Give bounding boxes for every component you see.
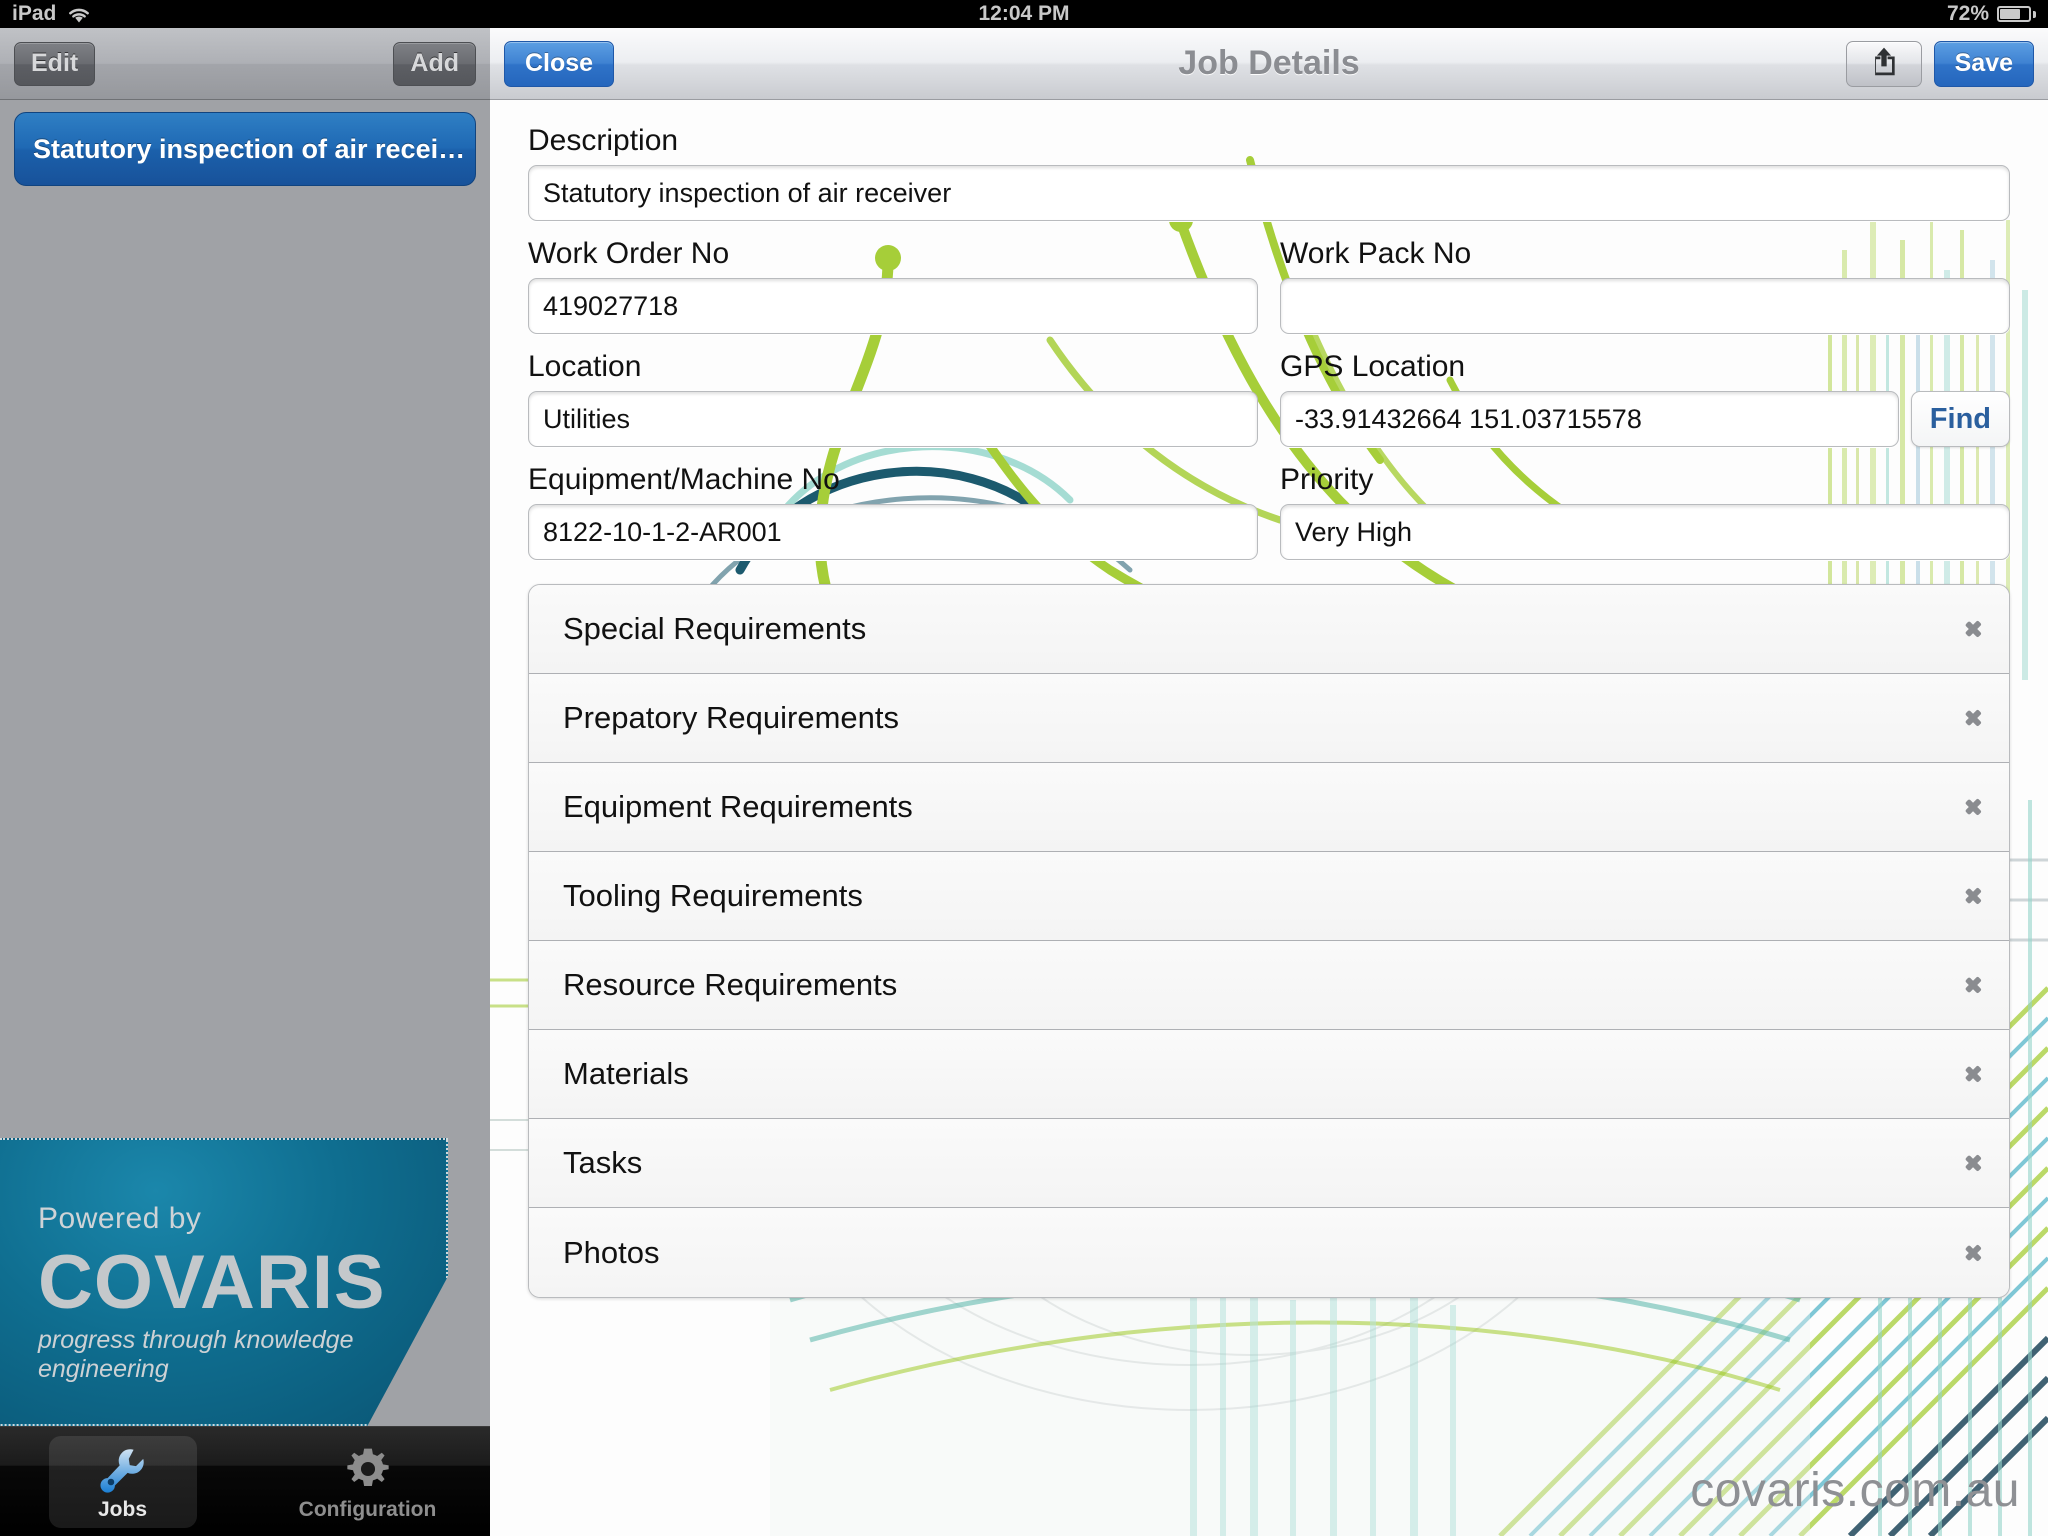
tab-jobs[interactable]: Jobs: [0, 1427, 245, 1536]
detail-nav-bar: Close Job Details Save: [490, 28, 2048, 100]
equipment-no-label: Equipment/Machine No: [528, 463, 840, 496]
jobs-list: Statutory inspection of air recei…: [0, 100, 490, 186]
list-item[interactable]: Tooling Requirements: [529, 852, 2009, 941]
chevron-right-icon: [1965, 614, 1983, 644]
field-equipment-no: Equipment/Machine No 8122-10-1-2-AR001: [528, 465, 1258, 560]
status-bar-right: 72%: [1947, 2, 2036, 26]
ipad-screen: iPad 12:04 PM 72% Edit Add Statutory ins…: [0, 0, 2048, 1536]
list-item-label: Tooling Requirements: [563, 878, 863, 913]
chevron-right-icon: [1965, 703, 1983, 733]
list-item[interactable]: Statutory inspection of air recei…: [14, 112, 476, 186]
list-item[interactable]: Tasks: [529, 1119, 2009, 1208]
field-work-order-no: Work Order No 419027718: [528, 239, 1258, 334]
list-item-label: Special Requirements: [563, 611, 867, 646]
description-label: Description: [528, 124, 679, 157]
row-work-numbers: Work Order No 419027718 Work Pack No: [528, 239, 2010, 334]
status-bar: iPad 12:04 PM 72%: [0, 0, 2048, 28]
description-input[interactable]: Statutory inspection of air receiver: [528, 165, 2010, 221]
master-toolbar: Edit Add: [0, 28, 490, 100]
site-url: covaris.com.au: [1690, 1464, 2020, 1517]
row-equipment-priority: Equipment/Machine No 8122-10-1-2-AR001 P…: [528, 465, 2010, 560]
brand-name: COVARIS: [38, 1240, 386, 1325]
close-button[interactable]: Close: [504, 40, 615, 87]
brand-tagline: progress through knowledge engineering: [38, 1326, 354, 1384]
job-details-form: Description Statutory inspection of air …: [490, 100, 2048, 1298]
field-work-pack-no: Work Pack No: [1280, 239, 2010, 334]
tab-jobs-label: Jobs: [97, 1497, 147, 1521]
list-item[interactable]: Resource Requirements: [529, 941, 2009, 1030]
battery-percent: 72%: [1946, 2, 1989, 25]
job-title: Statutory inspection of air recei…: [33, 133, 466, 164]
list-item[interactable]: Materials: [529, 1030, 2009, 1119]
chevron-right-icon: [1965, 970, 1983, 1000]
covaris-brand-panel: Powered by COVARIS progress through know…: [0, 1138, 448, 1426]
page-title: Job Details: [1178, 44, 1360, 82]
location-label: Location: [528, 350, 642, 383]
brand-powered-by: Powered by: [38, 1202, 202, 1235]
tab-configuration-label: Configuration: [298, 1497, 437, 1521]
chevron-right-icon: [1965, 1148, 1983, 1178]
share-button[interactable]: [1845, 40, 1922, 87]
list-item[interactable]: Equipment Requirements: [529, 763, 2009, 852]
edit-button[interactable]: Edit: [14, 41, 96, 86]
add-button[interactable]: Add: [393, 41, 476, 86]
chevron-right-icon: [1965, 881, 1983, 911]
chevron-right-icon: [1965, 1238, 1983, 1268]
list-item-label: Prepatory Requirements: [563, 700, 899, 735]
list-item-label: Equipment Requirements: [563, 789, 913, 824]
field-description: Description Statutory inspection of air …: [528, 126, 2010, 221]
chevron-right-icon: [1965, 792, 1983, 822]
share-icon: [1868, 45, 1900, 82]
work-pack-no-label: Work Pack No: [1280, 237, 1472, 270]
list-item-label: Tasks: [563, 1145, 643, 1180]
work-pack-no-input[interactable]: [1280, 278, 2010, 334]
battery-icon: [1997, 6, 2036, 22]
list-item-label: Materials: [563, 1056, 689, 1091]
gear-icon: [341, 1442, 395, 1496]
list-item-label: Resource Requirements: [563, 967, 898, 1002]
requirements-list: Special Requirements Prepatory Requiremen…: [528, 584, 2010, 1298]
wrench-icon: [96, 1442, 150, 1496]
priority-label: Priority: [1280, 463, 1374, 496]
location-input[interactable]: Utilities: [528, 391, 1258, 447]
tab-bar: Jobs Configuration: [0, 1426, 490, 1536]
gps-location-label: GPS Location: [1280, 350, 1466, 383]
chevron-right-icon: [1965, 1059, 1983, 1089]
master-pane: Edit Add Statutory inspection of air rec…: [0, 28, 490, 1536]
list-item[interactable]: Photos: [529, 1208, 2009, 1297]
find-button[interactable]: Find: [1910, 391, 2010, 447]
tab-configuration[interactable]: Configuration: [245, 1427, 490, 1536]
list-item[interactable]: Prepatory Requirements: [529, 674, 2009, 763]
save-button[interactable]: Save: [1933, 40, 2034, 87]
list-item[interactable]: Special Requirements: [529, 585, 2009, 674]
priority-input[interactable]: Very High: [1280, 504, 2010, 560]
work-order-no-label: Work Order No: [528, 237, 730, 270]
status-bar-time: 12:04 PM: [978, 2, 1070, 25]
equipment-no-input[interactable]: 8122-10-1-2-AR001: [528, 504, 1258, 560]
gps-location-input[interactable]: -33.91432664 151.03715578: [1280, 391, 1899, 447]
work-order-no-input[interactable]: 419027718: [528, 278, 1258, 334]
nav-right-group: Save: [1845, 40, 2034, 87]
field-priority: Priority Very High: [1280, 465, 2010, 560]
field-gps-location: GPS Location -33.91432664 151.03715578 F…: [1280, 352, 2010, 447]
field-location: Location Utilities: [528, 352, 1258, 447]
row-location: Location Utilities GPS Location -33.9143…: [528, 352, 2010, 447]
detail-pane: Close Job Details Save Description Statu…: [490, 28, 2048, 1536]
list-item-label: Photos: [563, 1234, 660, 1270]
